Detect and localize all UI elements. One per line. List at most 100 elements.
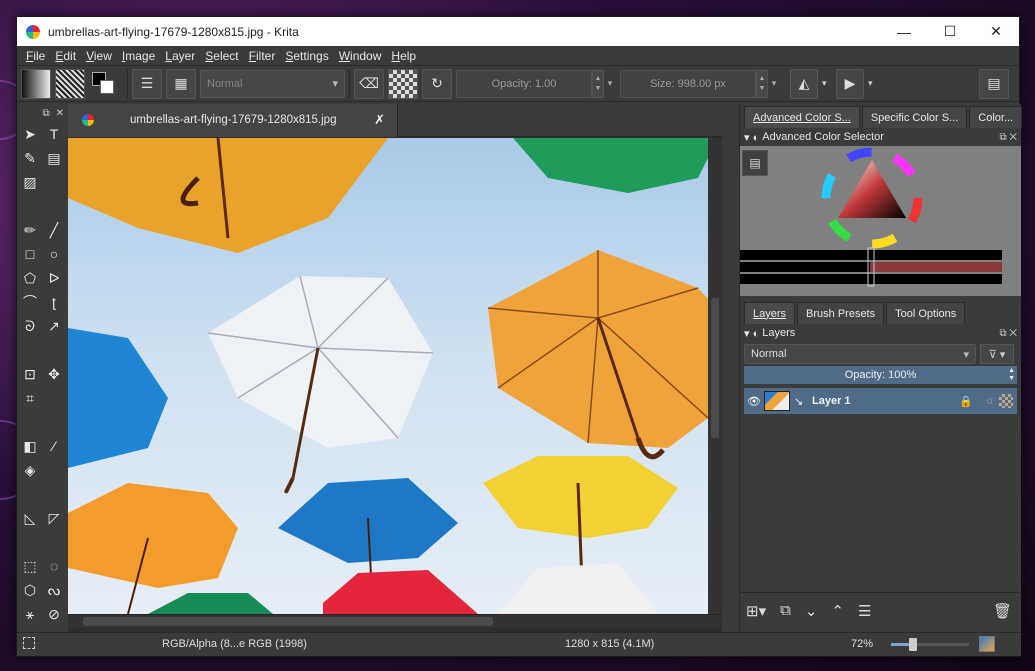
multibrush-tool-icon[interactable]: ↗ <box>42 314 66 338</box>
close-button[interactable]: ✕ <box>973 17 1019 46</box>
inherit-alpha-icon[interactable] <box>999 394 1013 408</box>
tab-tool-options[interactable]: Tool Options <box>886 302 966 324</box>
vertical-scroll-thumb[interactable] <box>711 298 719 438</box>
zoom-slider[interactable] <box>891 638 969 651</box>
maximize-button[interactable]: ☐ <box>927 17 973 46</box>
rectangle-tool-icon[interactable]: □ <box>18 242 42 266</box>
delete-layer-icon[interactable]: 🗑 <box>993 602 1012 620</box>
transform-tool-icon[interactable]: ⊡ <box>18 362 42 386</box>
brush-settings-icon[interactable]: ☰ <box>132 68 162 99</box>
horizontal-scrollbar[interactable] <box>68 614 721 628</box>
menu-window[interactable]: Window <box>334 49 387 63</box>
contiguous-select-tool-icon[interactable]: ⚹ <box>18 602 42 626</box>
fill-tool-icon[interactable]: ◈ <box>18 458 42 482</box>
panel-controls[interactable]: ⧉ ✕ <box>999 328 1017 339</box>
vertical-scrollbar[interactable] <box>708 138 722 614</box>
visibility-eye-icon[interactable]: 👁 <box>744 395 764 408</box>
collapse-arrow-icon[interactable]: ▾ ◐ <box>744 131 762 144</box>
horizontal-scroll-thumb[interactable] <box>83 617 493 626</box>
selection-indicator-icon[interactable] <box>23 637 35 649</box>
mirror-horizontal-icon[interactable]: ◭ <box>790 68 818 99</box>
color-picker-tool-icon[interactable]: ⁄ <box>42 434 66 458</box>
polyline-tool-icon[interactable]: ᐅ <box>42 266 66 290</box>
line-tool-icon[interactable]: ╱ <box>42 218 66 242</box>
menu-layer[interactable]: Layer <box>160 49 200 63</box>
workspace-chooser-icon[interactable]: ▤ <box>979 68 1009 99</box>
minimize-button[interactable]: — <box>881 17 927 46</box>
image-canvas[interactable] <box>68 138 721 614</box>
freehand-brush-tool-icon[interactable]: ✏ <box>18 218 42 242</box>
select-shapes-tool-icon[interactable]: ➤ <box>18 122 42 146</box>
move-tool-icon[interactable]: ✥ <box>42 362 66 386</box>
reload-preset-icon[interactable]: ↻ <box>422 68 452 99</box>
menu-image[interactable]: Image <box>117 49 160 63</box>
gradient-preset-button[interactable] <box>21 68 51 99</box>
rect-select-tool-icon[interactable]: ⬚ <box>18 554 42 578</box>
polygon-select-tool-icon[interactable]: ⬡ <box>18 578 42 602</box>
brush-presets-icon[interactable]: ▦ <box>166 68 196 99</box>
tab-color[interactable]: Color... <box>969 106 1023 128</box>
add-layer-icon[interactable]: ⊞▾ <box>746 602 766 620</box>
color-wheel[interactable] <box>740 146 1022 296</box>
similar-select-tool-icon[interactable]: ⊘ <box>42 602 66 626</box>
crop-tool-icon[interactable]: ⌗ <box>18 386 42 410</box>
move-layer-down-icon[interactable]: ⌄ <box>805 602 818 620</box>
layer-name[interactable]: Layer 1 <box>812 395 851 407</box>
duplicate-layer-icon[interactable]: ⧉ <box>780 602 791 619</box>
opacity-slider[interactable]: Opacity: 1.00 <box>456 69 592 98</box>
size-menu-arrow-icon[interactable]: ▾ <box>768 78 780 89</box>
mirror-v-menu-arrow-icon[interactable]: ▾ <box>868 78 878 89</box>
eraser-mode-icon[interactable]: ⌫ <box>354 68 384 99</box>
close-document-icon[interactable]: ✗ <box>374 112 385 128</box>
fg-bg-color-swatch[interactable] <box>89 68 119 99</box>
ellipse-tool-icon[interactable]: ○ <box>42 242 66 266</box>
menu-view[interactable]: View <box>81 49 117 63</box>
layer-row[interactable]: 👁 ↘ Layer 1 🔒 α <box>744 388 1017 414</box>
close-dock-icon[interactable]: ✕ <box>56 108 64 119</box>
polygon-tool-icon[interactable]: ⬠ <box>18 266 42 290</box>
measure-tool-icon[interactable]: ◺ <box>18 506 42 530</box>
tab-advanced-color-selector[interactable]: Advanced Color S... <box>744 106 860 128</box>
menu-settings[interactable]: Settings <box>280 49 333 63</box>
mirror-vertical-icon[interactable]: ▶ <box>836 68 864 99</box>
freehand-select-tool-icon[interactable]: ᔓ <box>42 578 66 602</box>
layer-blend-mode-select[interactable]: Normal <box>744 344 976 364</box>
blend-mode-select[interactable]: Normal <box>200 69 345 98</box>
menu-edit[interactable]: Edit <box>50 49 81 63</box>
gradient-tool-icon[interactable]: ◧ <box>18 434 42 458</box>
pattern-preset-button[interactable] <box>55 68 85 99</box>
zoom-slider-handle[interactable] <box>909 638 917 651</box>
menu-select[interactable]: Select <box>200 49 243 63</box>
assistant-tool-icon[interactable]: ◸ <box>42 506 66 530</box>
tab-layers[interactable]: Layers <box>744 302 796 324</box>
document-thumbnail-icon[interactable] <box>979 636 995 652</box>
menu-filter[interactable]: Filter <box>244 49 281 63</box>
ellipse-select-tool-icon[interactable]: ◌ <box>42 554 66 578</box>
calligraphy-tool-icon[interactable]: ▤ <box>42 146 66 170</box>
size-spinner[interactable]: ▲ ▼ <box>756 69 768 98</box>
text-tool-icon[interactable]: T <box>42 122 66 146</box>
bezier-tool-icon[interactable]: ⌒ <box>18 290 42 314</box>
edit-shapes-tool-icon[interactable]: ✎ <box>18 146 42 170</box>
panel-controls[interactable]: ⧉ ✕ <box>999 132 1017 143</box>
layer-opacity-spinner[interactable]: ▲ ▼ <box>1008 367 1015 383</box>
tab-specific-color-selector[interactable]: Specific Color S... <box>861 106 968 128</box>
tab-brush-presets[interactable]: Brush Presets <box>797 302 885 324</box>
alpha-lock-icon[interactable]: α <box>987 395 993 407</box>
preserve-alpha-icon[interactable] <box>388 68 418 99</box>
lock-icon[interactable]: 🔒 <box>959 395 973 408</box>
dynamic-brush-tool-icon[interactable]: ᘐ <box>18 314 42 338</box>
color-space-label[interactable]: RGB/Alpha (8...e RGB (1998) <box>162 638 307 650</box>
collapse-arrow-icon[interactable]: ▾ ◐ <box>744 327 762 340</box>
layer-properties-icon[interactable]: ☰ <box>858 602 871 620</box>
opacity-menu-arrow-icon[interactable]: ▾ <box>604 78 616 89</box>
layer-filter-icon[interactable]: ⊽ ▾ <box>980 344 1014 364</box>
opacity-spinner[interactable]: ▲ ▼ <box>592 69 604 98</box>
layer-opacity-slider[interactable]: Opacity: 100% ▲ ▼ <box>744 366 1017 384</box>
pattern-tool-icon[interactable]: ▨ <box>18 170 42 194</box>
menu-file[interactable]: File <box>21 49 50 63</box>
document-tab[interactable]: umbrellas-art-flying-17679-1280x815.jpg … <box>68 103 398 137</box>
advanced-color-selector[interactable]: ▤ <box>740 146 1021 296</box>
freehand-path-tool-icon[interactable]: ʈ <box>42 290 66 314</box>
move-layer-up-icon[interactable]: ⌃ <box>831 602 844 620</box>
